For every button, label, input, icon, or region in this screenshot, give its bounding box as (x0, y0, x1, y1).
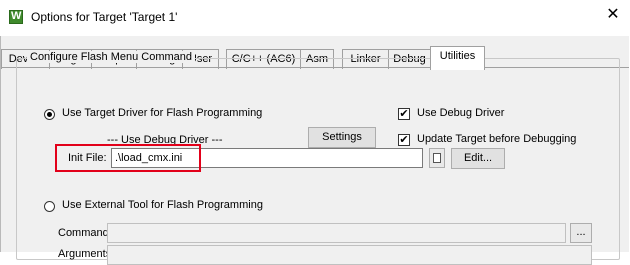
use-debug-driver-checkbox[interactable]: ✔ (398, 108, 410, 120)
command-input[interactable] (107, 223, 566, 243)
settings-button[interactable]: Settings (308, 127, 376, 148)
tab-utilities[interactable]: Utilities (430, 46, 485, 70)
update-target-label: Update Target before Debugging (417, 133, 577, 145)
update-target-checkbox[interactable]: ✔ (398, 134, 410, 146)
use-external-tool-label: Use External Tool for Flash Programming (62, 199, 263, 211)
use-external-tool-radio[interactable] (44, 201, 55, 212)
init-file-highlight (55, 144, 201, 172)
file-browse-icon (433, 153, 441, 163)
group-title: Configure Flash Menu Command (27, 51, 196, 63)
use-debug-driver-label: Use Debug Driver (417, 107, 505, 119)
close-button[interactable]: ✕ (602, 4, 624, 26)
use-target-driver-radio[interactable] (44, 109, 55, 120)
command-browse-button[interactable]: ... (570, 223, 592, 243)
edit-button[interactable]: Edit... (451, 148, 505, 169)
use-target-driver-label: Use Target Driver for Flash Programming (62, 107, 263, 119)
command-label: Command: (58, 227, 112, 239)
arguments-input[interactable] (107, 245, 592, 265)
app-icon-letter: W (11, 10, 22, 22)
title-bar: W Options for Target 'Target 1' ✕ (0, 0, 630, 36)
window-title: Options for Target 'Target 1' (31, 10, 178, 24)
uvision-icon: W (9, 10, 23, 24)
init-file-browse-button[interactable] (429, 148, 445, 168)
arguments-label: Arguments: (58, 248, 115, 260)
